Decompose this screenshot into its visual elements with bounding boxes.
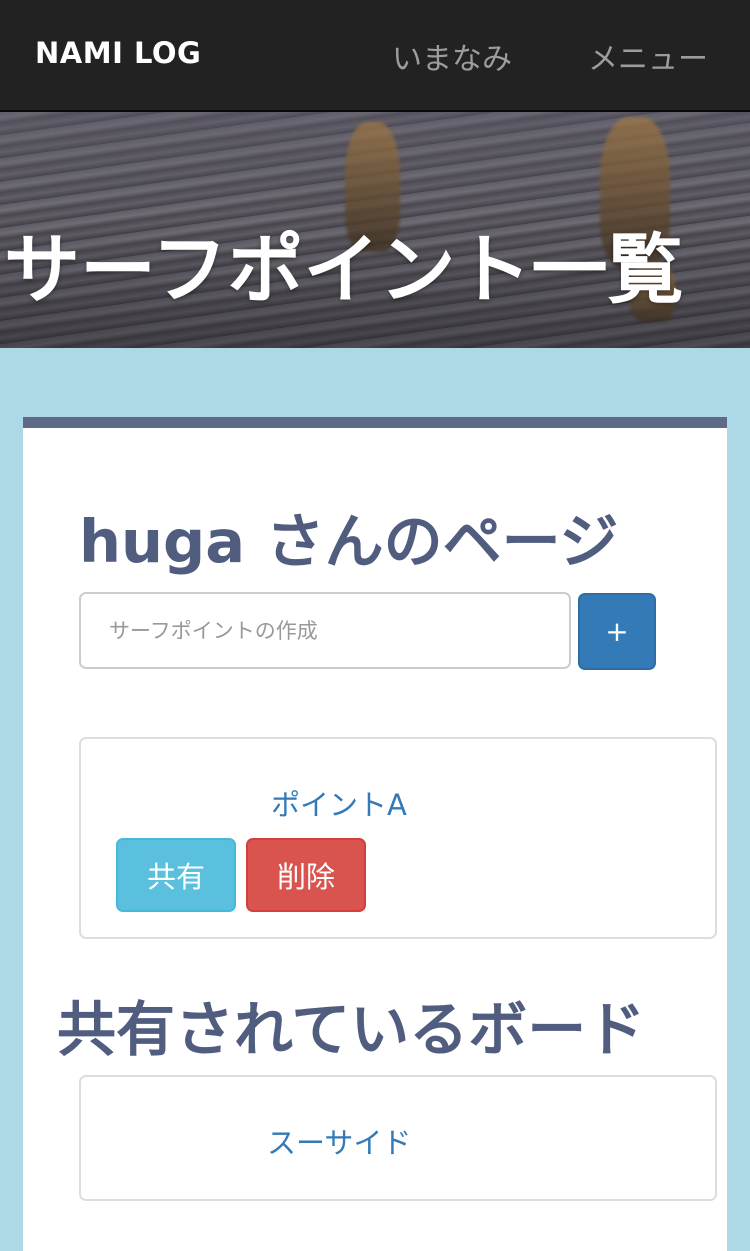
hero-banner: サーフポイント一覧 bbox=[0, 112, 750, 348]
main-card: huga さんのページ + ポイントA 共有 削除 共有されているボード スーサ… bbox=[23, 417, 727, 1251]
shared-board-link[interactable]: スーサイド bbox=[267, 1120, 411, 1162]
add-point-button[interactable]: + bbox=[578, 593, 656, 670]
page-title: サーフポイント一覧 bbox=[4, 225, 684, 314]
point-item: ポイントA 共有 削除 bbox=[79, 737, 717, 939]
nav-link-imanami[interactable]: いまなみ bbox=[392, 34, 512, 78]
navbar: NAMI LOG いまなみ メニュー bbox=[0, 0, 750, 112]
nav-link-menu[interactable]: メニュー bbox=[588, 34, 708, 78]
delete-button[interactable]: 削除 bbox=[246, 838, 366, 912]
user-page-heading: huga さんのページ bbox=[79, 507, 619, 576]
share-button[interactable]: 共有 bbox=[116, 838, 236, 912]
shared-boards-heading: 共有されているボード bbox=[57, 995, 646, 1064]
point-link[interactable]: ポイントA bbox=[271, 782, 407, 824]
create-point-input[interactable] bbox=[79, 592, 571, 669]
shared-board-item: スーサイド bbox=[79, 1075, 717, 1201]
brand-link[interactable]: NAMI LOG bbox=[35, 36, 201, 70]
